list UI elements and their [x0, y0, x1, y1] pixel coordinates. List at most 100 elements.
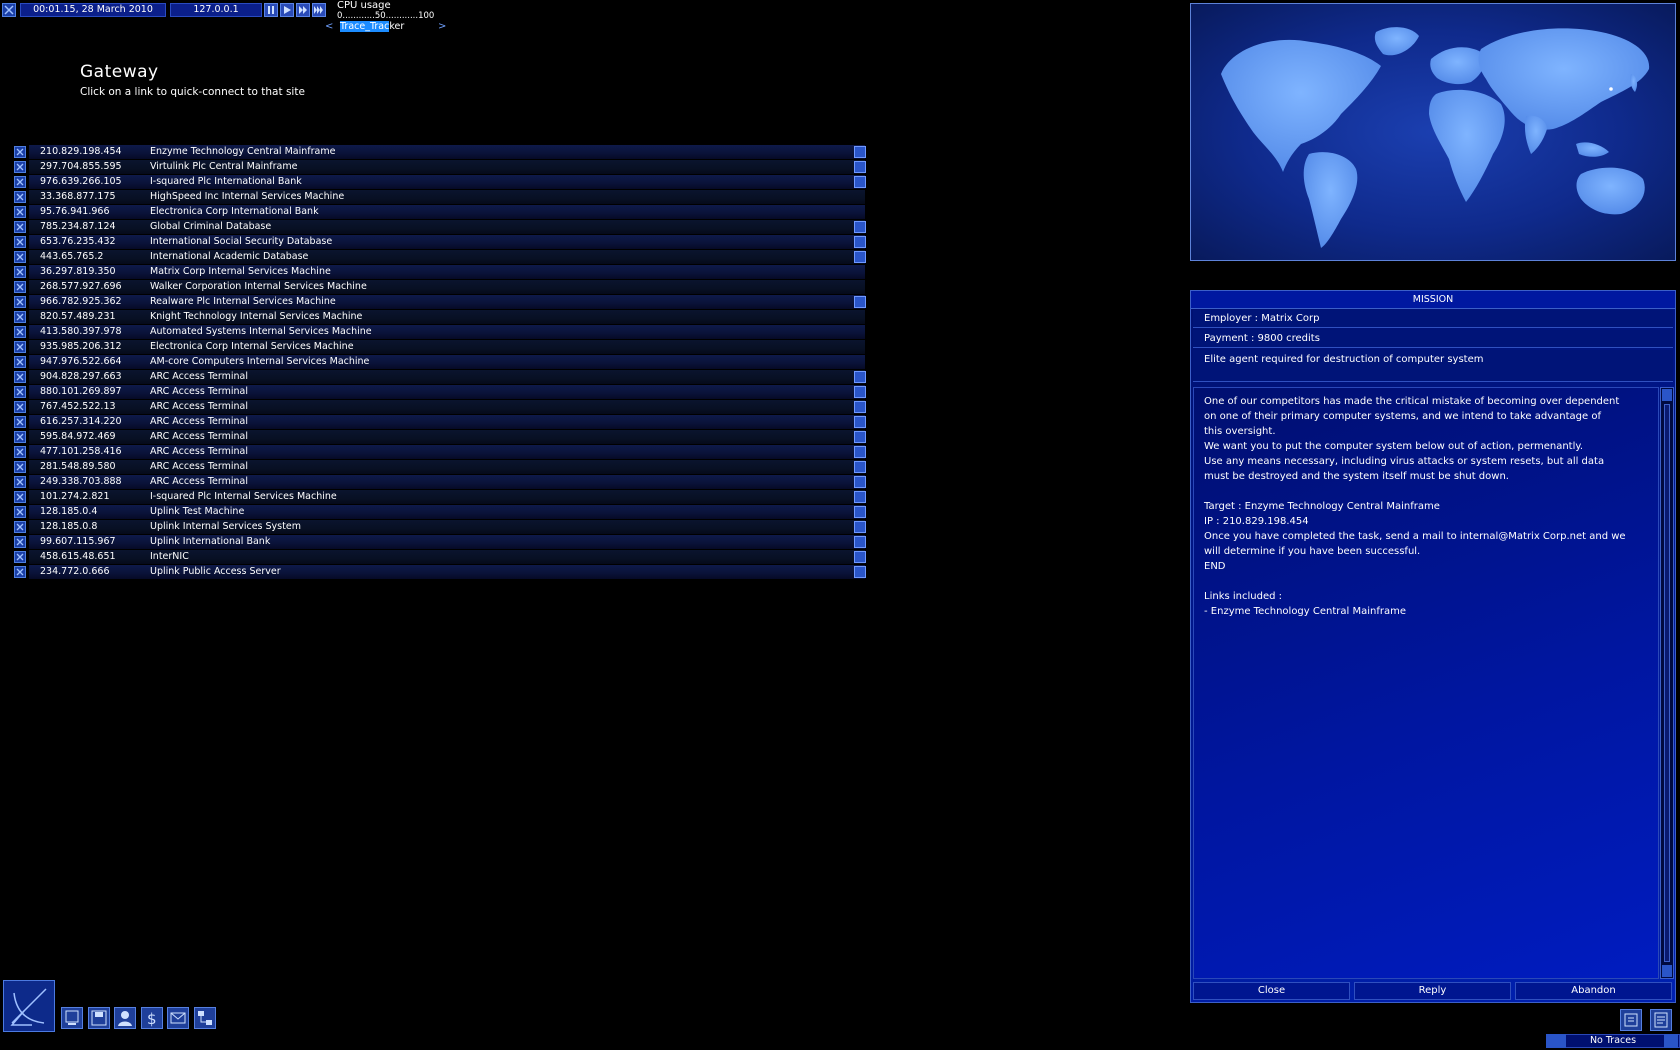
finance-button[interactable]: $	[141, 1007, 163, 1029]
delete-link-button[interactable]	[14, 146, 26, 158]
table-row[interactable]: 820.57.489.231 Knight Technology Internal…	[14, 310, 867, 325]
delete-link-button[interactable]	[14, 536, 26, 548]
delete-link-button[interactable]	[14, 311, 26, 323]
mission-scrollbar[interactable]	[1660, 387, 1674, 979]
bookmark-icon[interactable]	[854, 566, 866, 578]
bookmark-icon[interactable]	[854, 371, 866, 383]
bookmark-icon[interactable]	[854, 506, 866, 518]
table-row[interactable]: 249.338.703.888 ARC Access Terminal	[14, 475, 867, 490]
table-row[interactable]: 281.548.89.580 ARC Access Terminal	[14, 460, 867, 475]
table-row[interactable]: 210.829.198.454 Enzyme Technology Central…	[14, 145, 867, 160]
delete-link-button[interactable]	[14, 266, 26, 278]
status-button[interactable]	[1650, 1009, 1672, 1031]
scroll-down-arrow-icon[interactable]	[1662, 965, 1672, 977]
bookmark-icon[interactable]	[854, 521, 866, 533]
delete-link-button[interactable]	[14, 371, 26, 383]
table-row[interactable]: 234.772.0.666 Uplink Public Access Server	[14, 565, 867, 580]
play-button[interactable]	[280, 3, 294, 17]
table-row[interactable]: 966.782.925.362 Realware Plc Internal Ser…	[14, 295, 867, 310]
delete-link-button[interactable]	[14, 206, 26, 218]
bookmark-icon[interactable]	[854, 401, 866, 413]
software-button[interactable]	[61, 1007, 83, 1029]
table-row[interactable]: 616.257.314.220 ARC Access Terminal	[14, 415, 867, 430]
table-row[interactable]: 36.297.819.350 Matrix Corp Internal Servi…	[14, 265, 867, 280]
table-row[interactable]: 653.76.235.432 International Social Secur…	[14, 235, 867, 250]
pause-button[interactable]	[264, 3, 278, 17]
delete-link-button[interactable]	[14, 551, 26, 563]
hardware-button[interactable]	[88, 1007, 110, 1029]
bookmark-icon[interactable]	[854, 461, 866, 473]
delete-link-button[interactable]	[14, 566, 26, 578]
bookmark-icon[interactable]	[854, 491, 866, 503]
delete-link-button[interactable]	[14, 236, 26, 248]
table-row[interactable]: 785.234.87.124 Global Criminal Database	[14, 220, 867, 235]
world-map[interactable]	[1190, 3, 1676, 261]
delete-link-button[interactable]	[14, 251, 26, 263]
delete-link-button[interactable]	[14, 341, 26, 353]
bookmark-icon[interactable]	[854, 221, 866, 233]
personal-status-button[interactable]	[114, 1007, 136, 1029]
bookmark-icon[interactable]	[854, 161, 866, 173]
table-row[interactable]: 33.368.877.175 HighSpeed Inc Internal Ser…	[14, 190, 867, 205]
email-button[interactable]	[167, 1007, 189, 1029]
bookmark-icon[interactable]	[854, 431, 866, 443]
table-row[interactable]: 268.577.927.696 Walker Corporation Intern…	[14, 280, 867, 295]
bookmark-icon[interactable]	[854, 176, 866, 188]
gateway-button[interactable]	[3, 980, 55, 1032]
delete-link-button[interactable]	[14, 461, 26, 473]
table-row[interactable]: 947.976.522.664 AM-core Computers Interna…	[14, 355, 867, 370]
bookmark-icon[interactable]	[854, 536, 866, 548]
bookmark-icon[interactable]	[854, 446, 866, 458]
abandon-button[interactable]: Abandon	[1515, 982, 1672, 1000]
table-row[interactable]: 458.615.48.651 InterNIC	[14, 550, 867, 565]
delete-link-button[interactable]	[14, 416, 26, 428]
bookmark-icon[interactable]	[854, 551, 866, 563]
prev-program-arrow[interactable]: <	[325, 21, 333, 33]
bookmark-icon[interactable]	[854, 251, 866, 263]
delete-link-button[interactable]	[14, 476, 26, 488]
table-row[interactable]: 128.185.0.8 Uplink Internal Services Syst…	[14, 520, 867, 535]
table-row[interactable]: 976.639.266.105 I-squared Plc Internation…	[14, 175, 867, 190]
running-program-slot[interactable]: Trace_Tracker	[334, 21, 442, 33]
delete-link-button[interactable]	[14, 521, 26, 533]
delete-link-button[interactable]	[14, 356, 26, 368]
memory-button[interactable]	[1620, 1009, 1642, 1031]
delete-link-button[interactable]	[14, 296, 26, 308]
delete-link-button[interactable]	[14, 446, 26, 458]
delete-link-button[interactable]	[14, 176, 26, 188]
expand-corner-icon[interactable]	[1664, 1034, 1678, 1048]
delete-link-button[interactable]	[14, 161, 26, 173]
table-row[interactable]: 413.580.397.978 Automated Systems Interna…	[14, 325, 867, 340]
table-row[interactable]: 935.985.206.312 Electronica Corp Internal…	[14, 340, 867, 355]
table-row[interactable]: 128.185.0.4 Uplink Test Machine	[14, 505, 867, 520]
bookmark-icon[interactable]	[854, 476, 866, 488]
bookmark-icon[interactable]	[854, 146, 866, 158]
speaker-icon[interactable]	[1546, 1034, 1566, 1048]
fast-forward-button[interactable]	[296, 3, 310, 17]
bookmark-icon[interactable]	[854, 416, 866, 428]
bookmark-icon[interactable]	[854, 236, 866, 248]
reply-button[interactable]: Reply	[1354, 982, 1511, 1000]
table-row[interactable]: 99.607.115.967 Uplink International Bank	[14, 535, 867, 550]
table-row[interactable]: 767.452.522.13 ARC Access Terminal	[14, 400, 867, 415]
bookmark-icon[interactable]	[854, 386, 866, 398]
mega-fast-forward-button[interactable]	[312, 3, 326, 17]
delete-link-button[interactable]	[14, 386, 26, 398]
delete-link-button[interactable]	[14, 491, 26, 503]
table-row[interactable]: 443.65.765.2 International Academic Datab…	[14, 250, 867, 265]
delete-link-button[interactable]	[14, 506, 26, 518]
table-row[interactable]: 297.704.855.595 Virtulink Plc Central Mai…	[14, 160, 867, 175]
table-row[interactable]: 904.828.297.663 ARC Access Terminal	[14, 370, 867, 385]
delete-link-button[interactable]	[14, 281, 26, 293]
scroll-track[interactable]	[1664, 404, 1670, 962]
delete-link-button[interactable]	[14, 191, 26, 203]
delete-link-button[interactable]	[14, 431, 26, 443]
table-row[interactable]: 101.274.2.821 I-squared Plc Internal Serv…	[14, 490, 867, 505]
table-row[interactable]: 477.101.258.416 ARC Access Terminal	[14, 445, 867, 460]
delete-link-button[interactable]	[14, 221, 26, 233]
scroll-up-arrow-icon[interactable]	[1662, 389, 1672, 401]
network-button[interactable]	[194, 1007, 216, 1029]
close-session-button[interactable]	[2, 3, 16, 17]
close-button[interactable]: Close	[1193, 982, 1350, 1000]
table-row[interactable]: 595.84.972.469 ARC Access Terminal	[14, 430, 867, 445]
